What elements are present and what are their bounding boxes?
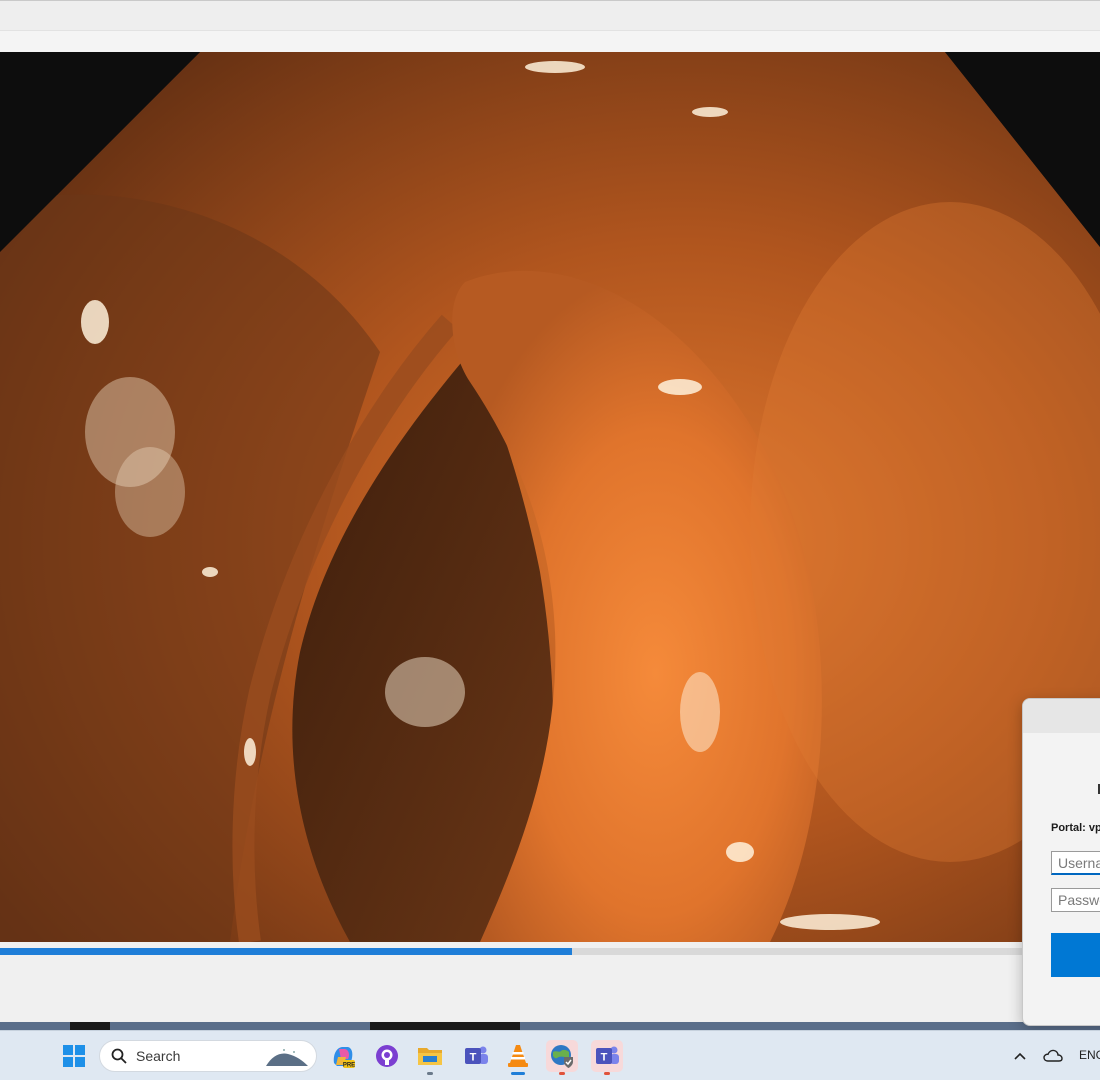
svg-text:PRE: PRE — [343, 1063, 355, 1069]
teams-icon: T — [465, 1046, 488, 1064]
taskbar-app-teams[interactable]: T — [460, 1040, 492, 1072]
vlc-icon — [508, 1045, 528, 1067]
window-toolbar — [0, 30, 1100, 52]
copilot-icon: PRE — [333, 1047, 355, 1069]
running-indicator — [427, 1072, 433, 1075]
taskbar-app-github[interactable] — [371, 1040, 403, 1072]
svg-text:T: T — [470, 1052, 477, 1064]
teams-icon: T — [596, 1046, 619, 1064]
search-icon — [111, 1048, 127, 1064]
folder-icon — [418, 1048, 442, 1065]
taskbar: Search PRE T T EN — [0, 1030, 1100, 1080]
password-field[interactable] — [1051, 888, 1100, 912]
taskbar-app-file-explorer[interactable] — [414, 1040, 446, 1075]
active-indicator — [511, 1072, 525, 1075]
dialog-title-bar[interactable] — [1023, 699, 1100, 733]
background-window-strip — [0, 1022, 1100, 1030]
windows-logo-icon — [63, 1045, 85, 1067]
globe-shield-icon — [551, 1045, 573, 1068]
taskbar-app-copilot[interactable]: PRE — [327, 1040, 359, 1072]
video-frame[interactable] — [0, 52, 1100, 942]
running-indicator — [604, 1072, 610, 1075]
player-controls-panel — [0, 958, 1100, 1023]
chevron-up-icon — [1014, 1052, 1026, 1060]
windows-start-button[interactable] — [58, 1040, 90, 1072]
svg-text:T: T — [601, 1052, 608, 1064]
seek-bar[interactable] — [0, 942, 1100, 958]
input-language-indicator[interactable]: ENG — [1079, 1048, 1100, 1062]
endoscopy-image — [0, 52, 1100, 942]
username-field[interactable] — [1051, 851, 1100, 875]
taskbar-app-vpn[interactable] — [546, 1040, 578, 1075]
strip-mark — [70, 1022, 110, 1030]
taskbar-search-box[interactable]: Search — [99, 1040, 317, 1072]
cloud-icon — [1043, 1049, 1063, 1062]
seek-progress-fill — [0, 948, 572, 955]
window-title-bar[interactable] — [0, 0, 1100, 30]
connect-button[interactable] — [1051, 933, 1100, 977]
search-label: Search — [136, 1048, 181, 1064]
running-indicator — [559, 1072, 565, 1075]
search-highlight-icon — [266, 1049, 308, 1066]
taskbar-app-vlc[interactable] — [502, 1040, 534, 1075]
show-hidden-icons-button[interactable] — [1005, 1040, 1035, 1072]
strip-mark — [370, 1022, 520, 1030]
onedrive-button[interactable] — [1038, 1040, 1068, 1072]
taskbar-app-teams-work[interactable]: T — [591, 1040, 623, 1075]
github-icon — [376, 1045, 398, 1067]
portal-label: Portal: vp — [1051, 822, 1100, 834]
vpn-login-dialog[interactable]: Portal: vp — [1022, 698, 1100, 1026]
